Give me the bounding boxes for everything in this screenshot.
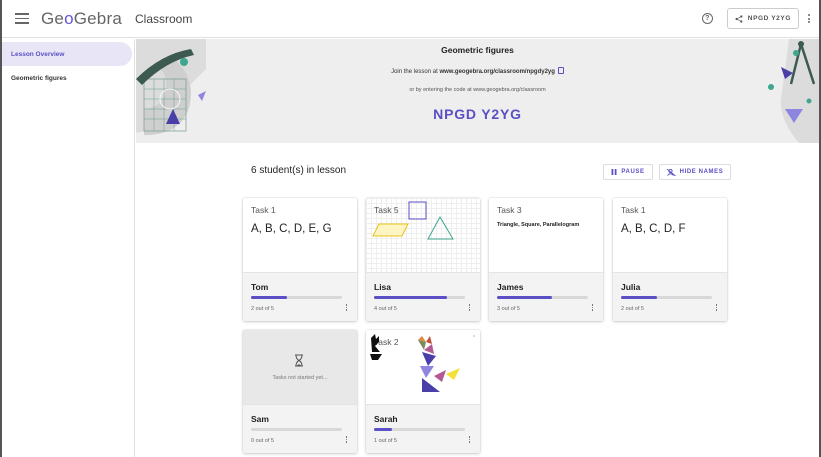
student-name: Tom [251, 282, 269, 292]
card-more-icon[interactable] [468, 304, 470, 311]
task-answer: A, B, C, D, F [621, 223, 686, 235]
student-name: James [497, 282, 524, 292]
pause-button[interactable]: PAUSE [603, 164, 653, 180]
student-name: Lisa [374, 282, 392, 292]
card-footer: Tom 2 out of 5 [243, 272, 357, 321]
student-card-tom[interactable]: Task 1 A, B, C, D, E, G Tom 2 out of 5 [243, 198, 357, 321]
progress-text: 1 out of 5 [374, 438, 397, 444]
geometry-tools-illustration-right [768, 39, 819, 143]
card-more-icon[interactable] [468, 436, 470, 443]
progress-text: 2 out of 5 [621, 306, 644, 312]
hide-names-icon [666, 168, 676, 176]
progress-bar [251, 428, 342, 431]
card-footer: Sam 0 out of 5 [243, 404, 357, 453]
progress-bar [374, 428, 465, 431]
progress-bar [621, 296, 712, 299]
student-card-lisa[interactable]: Task 5 Lisa 4 out of 5 [366, 198, 480, 321]
progress-bar [374, 296, 465, 299]
card-footer: James 3 out of 5 [489, 272, 603, 321]
task-preview[interactable]: Task 2 [366, 330, 480, 404]
not-started-text: Tasks not started yet... [272, 375, 328, 381]
geogebra-logo[interactable]: GeoGebra [41, 9, 122, 29]
progress-fill [251, 296, 288, 299]
share-button[interactable]: NPGD Y2YG [726, 8, 799, 29]
task-label: Task 3 [497, 205, 522, 215]
task-preview[interactable]: Task 5 [366, 198, 480, 272]
top-bar: GeoGebra Classroom ? NPGD Y2YG [2, 0, 819, 38]
task-label: Task 1 [621, 205, 646, 215]
sidebar: Lesson Overview Geometric figures [2, 39, 135, 457]
menu-icon[interactable] [15, 13, 29, 24]
pause-label: PAUSE [621, 169, 645, 175]
share-icon [735, 14, 743, 23]
hourglass-icon [295, 354, 303, 367]
card-footer: Julia 2 out of 5 [613, 272, 727, 321]
join-url[interactable]: www.geogebra.org/classroom/npgdy2yg [439, 69, 554, 75]
task-answer: Triangle, Square, Parallelogram [497, 222, 580, 228]
app-name: Classroom [134, 11, 193, 26]
student-name: Sam [251, 414, 269, 424]
hide-names-label: HIDE NAMES [679, 169, 724, 175]
join-instructions: Join the lesson at www.geogebra.org/clas… [136, 67, 819, 75]
progress-fill [374, 296, 447, 299]
lesson-title: Geometric figures [441, 45, 514, 55]
sidebar-item-lesson-overview[interactable]: Lesson Overview [2, 42, 132, 66]
student-card-james[interactable]: Task 3 Triangle, Square, Parallelogram J… [489, 198, 603, 321]
more-vert-icon[interactable] [805, 14, 813, 23]
task-preview[interactable]: Task 1 A, B, C, D, E, G [243, 198, 357, 272]
task-label: Task 1 [251, 205, 276, 215]
progress-text: 2 out of 5 [251, 306, 274, 312]
progress-text: 3 out of 5 [497, 306, 520, 312]
student-name: Sarah [374, 414, 398, 424]
card-more-icon[interactable] [591, 304, 593, 311]
class-code: NPGD Y2YG [433, 106, 522, 122]
help-icon[interactable]: ? [701, 13, 713, 24]
shapes-drawing [372, 201, 454, 240]
sidebar-item-geometric-figures[interactable]: Geometric figures [2, 66, 134, 90]
code-instructions: or by entering the code at www.geogebra.… [409, 87, 546, 93]
task-preview[interactable]: Task 3 Triangle, Square, Parallelogram [489, 198, 603, 272]
task-preview[interactable]: Task 1 A, B, C, D, F [613, 198, 727, 272]
lesson-banner: Geometric figures Join the lesson at www… [136, 39, 819, 143]
student-card-julia[interactable]: Task 1 A, B, C, D, F Julia 2 out of 5 [613, 198, 727, 321]
progress-text: 4 out of 5 [374, 306, 397, 312]
student-name: Julia [621, 282, 641, 292]
pause-icon [611, 169, 617, 175]
progress-fill [374, 428, 393, 431]
student-count: 6 student(s) in lesson [251, 165, 347, 176]
share-code-label: NPGD Y2YG [747, 15, 791, 22]
progress-fill [497, 296, 552, 299]
progress-fill [621, 296, 658, 299]
card-more-icon[interactable] [715, 304, 717, 311]
task-preview[interactable]: Tasks not started yet... [243, 330, 357, 404]
hide-names-button[interactable]: HIDE NAMES [659, 164, 731, 180]
copy-icon[interactable] [557, 67, 564, 74]
task-answer: A, B, C, D, E, G [251, 223, 332, 235]
card-more-icon[interactable] [345, 304, 347, 311]
progress-bar [251, 296, 342, 299]
student-card-sarah[interactable]: Task 2 Sarah 1 out of 5 [366, 330, 480, 453]
tangram-drawing [370, 334, 475, 392]
student-card-sam[interactable]: Tasks not started yet... Sam 0 out of 5 [243, 330, 357, 453]
card-more-icon[interactable] [345, 436, 347, 443]
card-footer: Sarah 1 out of 5 [366, 404, 480, 453]
card-footer: Lisa 4 out of 5 [366, 272, 480, 321]
progress-bar [497, 296, 588, 299]
progress-text: 0 out of 5 [251, 438, 274, 444]
